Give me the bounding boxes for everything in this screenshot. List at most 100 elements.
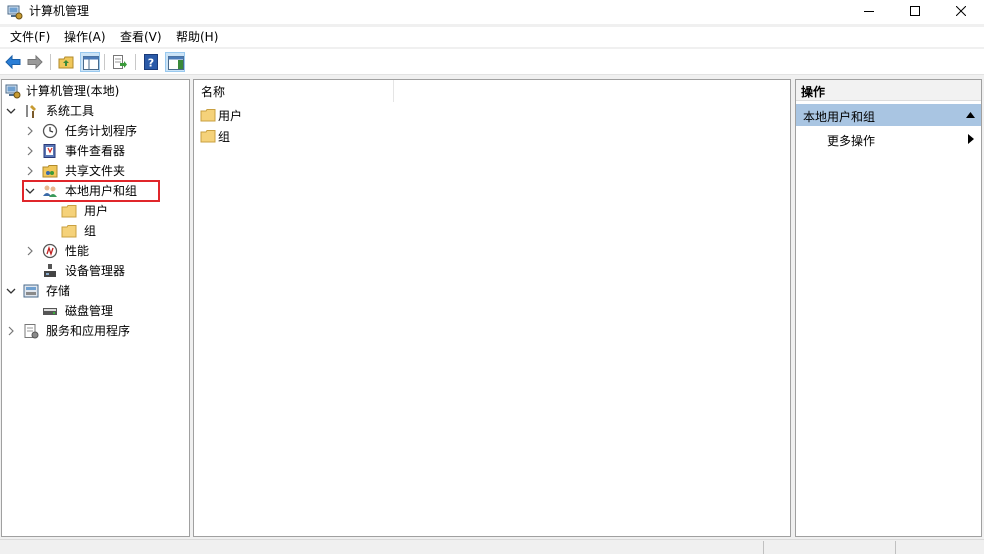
- more-actions-item[interactable]: 更多操作: [796, 128, 981, 150]
- device-manager-icon: [44, 264, 56, 277]
- toolbar: ?: [0, 49, 984, 75]
- actions-header: 操作: [796, 80, 981, 101]
- actions-header-label: 操作: [801, 85, 826, 99]
- menu-file[interactable]: 文件(F): [9, 29, 51, 45]
- more-actions-label: 更多操作: [827, 134, 876, 148]
- tree-item-groups[interactable]: 组: [61, 221, 161, 241]
- folder-up-icon: [58, 56, 74, 69]
- submenu-arrow-icon: [968, 134, 974, 144]
- title-bar: 计算机管理: [0, 0, 984, 24]
- list-item-label: 组: [218, 130, 231, 144]
- help-button[interactable]: ?: [141, 52, 161, 72]
- tree-item-label: 设备管理器: [65, 264, 126, 278]
- tree-item-disk-management[interactable]: 磁盘管理: [24, 301, 184, 321]
- svg-text:?: ?: [148, 57, 154, 70]
- tree-item-label: 用户: [84, 204, 109, 218]
- menu-action[interactable]: 操作(A): [63, 29, 107, 45]
- back-button[interactable]: [3, 52, 23, 72]
- tree-item-services-apps[interactable]: 服务和应用程序: [5, 321, 185, 341]
- tree-item-storage[interactable]: 存储: [5, 281, 185, 301]
- toolbar-separator: [50, 54, 51, 70]
- tree-item-label: 性能: [65, 244, 90, 258]
- list-item-label: 用户: [218, 109, 243, 123]
- tree-item-users[interactable]: 用户: [61, 201, 161, 221]
- collapse-up-icon[interactable]: [966, 112, 975, 118]
- chevron-down-icon[interactable]: [5, 285, 17, 297]
- tree-item-label: 服务和应用程序: [46, 324, 131, 338]
- disk-icon: [43, 308, 57, 315]
- chevron-right-icon[interactable]: [24, 165, 36, 177]
- action-pane-icon: [168, 56, 184, 70]
- console-tree: 计算机管理(本地) 系统工具 任务计划程序 事件查看器 共享文件夹 本地用户和组…: [1, 79, 190, 537]
- minimize-icon: [864, 11, 874, 12]
- list-item-users[interactable]: 用户: [198, 105, 318, 125]
- folder-icon: [200, 109, 216, 122]
- console-tree-icon: [83, 56, 99, 70]
- maximize-icon: [910, 6, 920, 16]
- chevron-right-icon[interactable]: [24, 145, 36, 157]
- column-header-label: 名称: [201, 85, 226, 99]
- menu-help[interactable]: 帮助(H): [175, 29, 219, 45]
- result-list: 名称 用户 组: [193, 79, 791, 537]
- chevron-down-icon[interactable]: [5, 105, 17, 117]
- tree-item-task-scheduler[interactable]: 任务计划程序: [24, 121, 184, 141]
- tree-item-label: 共享文件夹: [65, 164, 126, 178]
- actions-group-local-users[interactable]: 本地用户和组: [796, 104, 981, 126]
- column-header-name[interactable]: 名称: [194, 80, 394, 102]
- tree-item-local-users-groups[interactable]: 本地用户和组: [22, 180, 160, 202]
- up-level-button[interactable]: [56, 52, 76, 72]
- status-bar-separator: [763, 541, 764, 554]
- menu-view[interactable]: 查看(V): [119, 29, 163, 45]
- list-item-groups[interactable]: 组: [198, 126, 318, 146]
- tree-item-label: 存储: [46, 284, 71, 298]
- users-group-icon: [43, 185, 57, 197]
- tree-item-device-manager[interactable]: 设备管理器: [24, 261, 184, 281]
- toolbar-separator: [104, 54, 105, 70]
- help-icon: ?: [144, 54, 158, 70]
- tree-item-event-viewer[interactable]: 事件查看器: [24, 141, 184, 161]
- export-list-button[interactable]: [110, 52, 130, 72]
- chevron-down-icon[interactable]: [24, 185, 36, 197]
- forward-arrow-icon: [27, 54, 43, 70]
- close-icon: [956, 6, 966, 16]
- computer-management-icon: [5, 84, 21, 99]
- export-icon: [113, 55, 127, 69]
- tree-item-label: 磁盘管理: [65, 304, 114, 318]
- minimize-button[interactable]: [846, 0, 892, 24]
- forward-button[interactable]: [25, 52, 45, 72]
- tree-item-label: 组: [84, 224, 97, 238]
- tree-item-system-tools[interactable]: 系统工具: [5, 101, 185, 121]
- actions-pane: 操作 本地用户和组 更多操作: [795, 79, 982, 537]
- window-title: 计算机管理: [29, 4, 90, 18]
- maximize-button[interactable]: [892, 0, 938, 24]
- actions-group-label: 本地用户和组: [803, 110, 876, 124]
- menu-bar: 文件(F) 操作(A) 查看(V) 帮助(H): [0, 27, 984, 47]
- shared-folder-icon: [42, 165, 58, 178]
- close-button[interactable]: [938, 0, 984, 24]
- status-bar: [0, 539, 984, 554]
- computer-management-icon: [7, 5, 23, 20]
- storage-icon: [23, 284, 39, 298]
- back-arrow-icon: [5, 54, 21, 70]
- tree-item-shared-folders[interactable]: 共享文件夹: [24, 161, 184, 181]
- tree-item-label: 任务计划程序: [65, 124, 138, 138]
- services-icon: [24, 324, 39, 339]
- toolbar-separator: [135, 54, 136, 70]
- event-viewer-icon: [43, 144, 56, 158]
- folder-icon: [61, 205, 77, 218]
- tree-item-label: 事件查看器: [65, 144, 126, 158]
- show-hide-action-pane-button[interactable]: [165, 52, 185, 72]
- tree-item-label: 本地用户和组: [65, 184, 138, 198]
- tree-item-performance[interactable]: 性能: [24, 241, 184, 261]
- tree-item-root[interactable]: 计算机管理(本地): [5, 81, 185, 101]
- chevron-right-icon[interactable]: [24, 125, 36, 137]
- tree-item-label: 系统工具: [46, 104, 95, 118]
- tree-item-label: 计算机管理(本地): [26, 84, 120, 98]
- show-hide-tree-button[interactable]: [80, 52, 100, 72]
- system-tools-icon: [26, 105, 36, 118]
- clock-icon: [42, 123, 58, 139]
- chevron-right-icon[interactable]: [24, 245, 36, 257]
- chevron-right-icon[interactable]: [5, 325, 17, 337]
- performance-gauge-icon: [42, 243, 58, 259]
- status-bar-separator: [895, 541, 896, 554]
